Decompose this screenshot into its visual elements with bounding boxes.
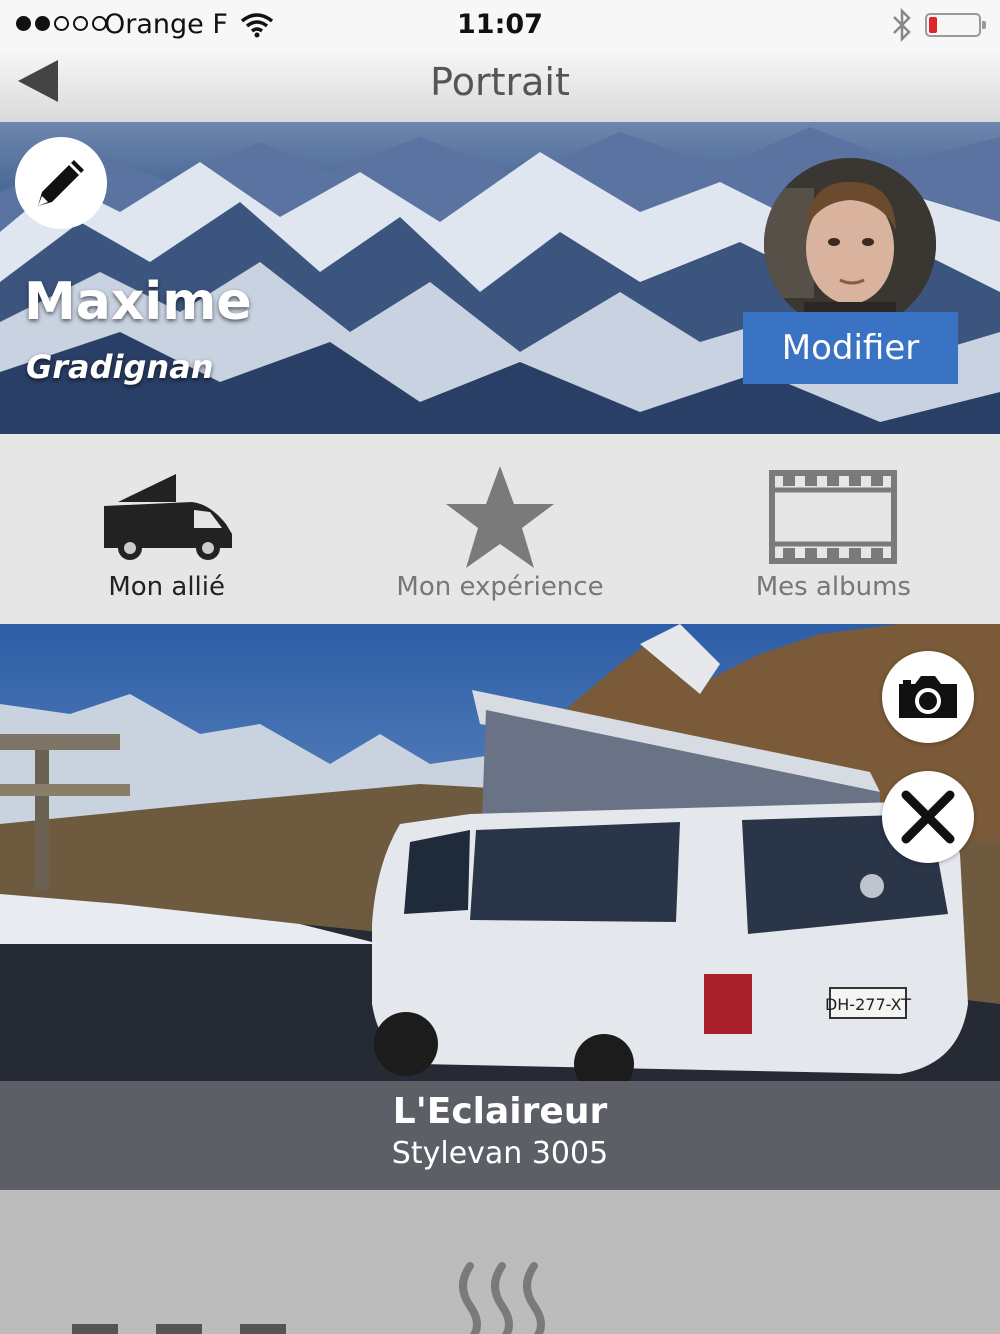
clock: 11:07 [457, 9, 543, 40]
film-icon [769, 470, 898, 564]
avatar[interactable] [764, 158, 936, 330]
van-icon [103, 474, 232, 560]
vehicle-name: L'Eclaireur [392, 1091, 608, 1132]
modify-profile-button[interactable]: Modifier [743, 312, 958, 384]
navigation-bar: Portrait [0, 50, 1000, 122]
tab-mes-albums[interactable]: Mes albums [667, 434, 1000, 624]
close-icon [901, 790, 955, 844]
pencil-icon [38, 160, 84, 206]
bluetooth-icon [893, 8, 911, 42]
tab-mon-allie[interactable]: Mon allié [0, 434, 333, 624]
profile-header: Maxime Gradignan Modifier [0, 122, 1000, 434]
edit-profile-button[interactable] [15, 137, 107, 229]
battery-icon [925, 13, 986, 37]
tab-label: Mon allié [108, 572, 225, 602]
delete-photo-button[interactable] [882, 771, 974, 863]
tab-label: Mon expérience [396, 572, 604, 602]
profile-name: Maxime [24, 272, 252, 332]
vehicle-model: Stylevan 3005 [391, 1136, 609, 1171]
tab-label: Mes albums [755, 572, 911, 602]
profile-city: Gradignan [26, 348, 214, 386]
profile-tabs: Mon allié Mon expérience Mes albums [0, 434, 1000, 624]
camera-icon [899, 676, 957, 718]
star-icon [445, 466, 554, 568]
vehicle-photo: DH-277-XT [0, 624, 1000, 1081]
page-title: Portrait [430, 60, 570, 104]
tab-mon-experience[interactable]: Mon expérience [333, 434, 666, 624]
status-bar: Orange F 11:07 [0, 0, 1000, 50]
grid-icon [72, 1324, 286, 1334]
vehicle-caption: L'Eclaireur Stylevan 3005 [0, 1081, 1000, 1190]
heating-icon [459, 1262, 545, 1334]
equipment-section [0, 1190, 1000, 1334]
camera-button[interactable] [882, 651, 974, 743]
license-plate: DH-277-XT [825, 995, 911, 1014]
